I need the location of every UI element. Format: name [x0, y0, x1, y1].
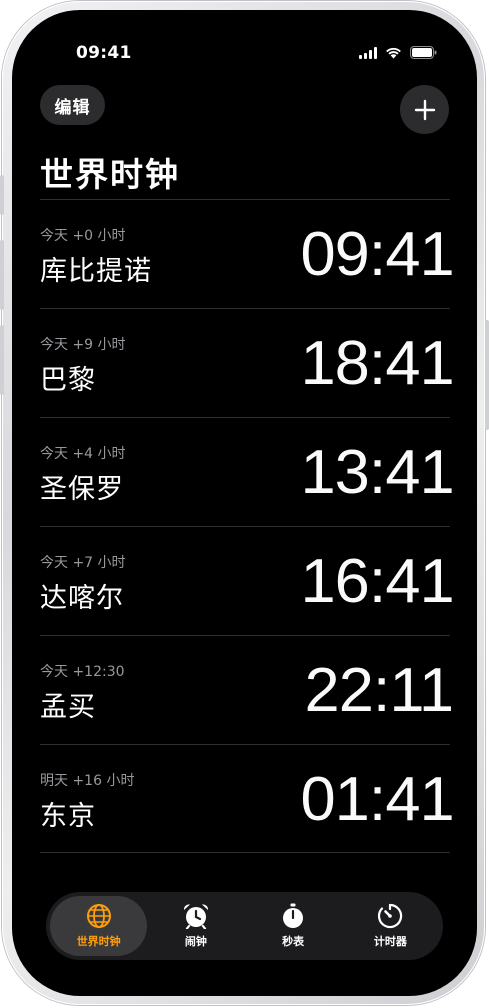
- tab-label: 秒表: [282, 935, 305, 948]
- clock-time: 18:41: [300, 329, 454, 398]
- cellular-signal-icon: [359, 46, 377, 59]
- globe-icon: [86, 904, 111, 928]
- time-offset: 今天 +0 小时: [40, 228, 126, 244]
- city-name: 库比提诺: [40, 256, 152, 287]
- city-name: 东京: [40, 801, 96, 832]
- clock-time: 13:41: [300, 438, 454, 507]
- clock-row[interactable]: 明天 +16 小时 东京 01:41: [40, 744, 455, 853]
- city-name: 孟买: [40, 692, 96, 723]
- clock-time: 16:41: [300, 547, 454, 616]
- time-offset: 明天 +16 小时: [40, 773, 135, 789]
- tab-timer[interactable]: 计时器: [342, 896, 439, 956]
- clock-row[interactable]: 今天 +0 小时 库比提诺 09:41: [40, 199, 455, 308]
- clock-row[interactable]: 今天 +4 小时 圣保罗 13:41: [40, 417, 455, 526]
- clock-time: 22:11: [304, 656, 454, 725]
- plus-icon: [414, 99, 435, 120]
- time-offset: 今天 +4 小时: [40, 446, 126, 462]
- city-name: 巴黎: [40, 365, 96, 396]
- tab-label: 闹钟: [184, 935, 207, 948]
- action-button: [0, 175, 4, 215]
- time-offset: 今天 +12:30: [40, 664, 125, 680]
- time-offset: 今天 +9 小时: [40, 337, 126, 353]
- volume-up-button: [0, 240, 4, 310]
- time-offset: 今天 +7 小时: [40, 555, 126, 571]
- tab-label: 世界时钟: [76, 935, 121, 948]
- volume-down-button: [0, 325, 4, 395]
- wifi-icon: [385, 47, 402, 59]
- alarm-clock-icon: [183, 904, 208, 929]
- clock-time: 09:41: [300, 220, 454, 289]
- side-button: [485, 320, 489, 430]
- clock-row[interactable]: 今天 +7 小时 达喀尔 16:41: [40, 526, 455, 635]
- edit-button[interactable]: 编辑: [40, 85, 105, 125]
- page-title: 世界时钟: [40, 155, 180, 194]
- tab-world-clock[interactable]: 世界时钟: [50, 896, 148, 956]
- tab-label: 计时器: [373, 935, 407, 948]
- world-clock-list: 今天 +0 小时 库比提诺 09:41 今天 +9 小时 巴黎 18:41 今天…: [40, 199, 455, 853]
- status-time: 09:41: [76, 43, 132, 63]
- clock-time: 01:41: [300, 765, 454, 834]
- clock-row[interactable]: 今天 +9 小时 巴黎 18:41: [40, 308, 455, 417]
- city-name: 圣保罗: [40, 474, 124, 505]
- status-icons: [359, 46, 437, 59]
- screen: 09:41 编辑 世界时钟 今天 +0 小时 库比提诺 09:41 今天 +9 …: [12, 10, 477, 996]
- tab-alarm[interactable]: 闹钟: [147, 896, 244, 956]
- city-name: 达喀尔: [40, 583, 124, 614]
- stopwatch-icon: [283, 903, 304, 928]
- timer-icon: [378, 903, 403, 929]
- battery-icon: [410, 46, 437, 59]
- tab-stopwatch[interactable]: 秒表: [245, 896, 342, 956]
- tab-bar: 世界时钟 闹钟 秒表 计时器: [46, 892, 443, 960]
- add-button[interactable]: [400, 85, 449, 134]
- clock-row[interactable]: 今天 +12:30 孟买 22:11: [40, 635, 454, 744]
